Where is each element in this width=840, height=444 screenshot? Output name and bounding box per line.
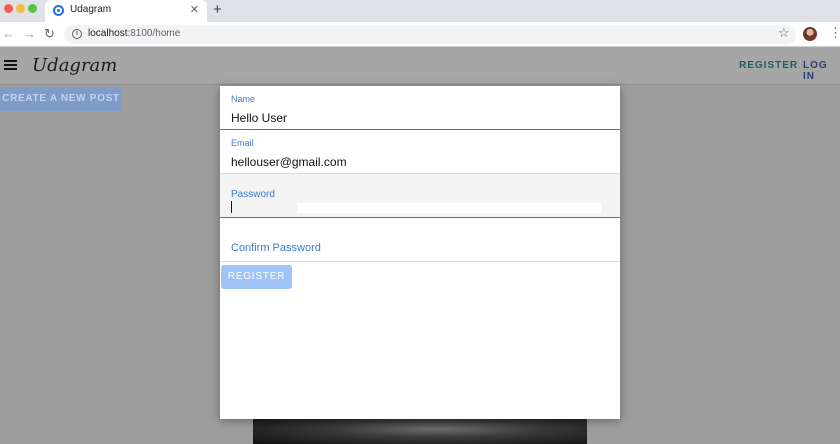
confirm-password-field[interactable]: Confirm Password (220, 218, 620, 262)
hamburger-menu-icon[interactable] (4, 60, 17, 70)
register-submit-button[interactable]: REGISTER (221, 265, 292, 289)
kebab-menu-icon[interactable]: ⋮ (829, 25, 840, 41)
email-input[interactable]: hellouser@gmail.com (231, 155, 347, 169)
header-login-link[interactable]: LOG IN (803, 60, 840, 82)
name-input[interactable]: Hello User (231, 111, 287, 125)
favicon-icon (53, 5, 64, 16)
app-header: Udagram REGISTER LOG IN (0, 47, 840, 85)
tab-close-icon[interactable]: ✕ (190, 3, 199, 16)
back-arrow-icon[interactable]: ← (2, 26, 15, 42)
email-field[interactable]: Email hellouser@gmail.com (220, 130, 620, 174)
address-bar[interactable]: i localhost:8100/home (64, 25, 796, 44)
create-post-button[interactable]: CREATE A NEW POST (0, 87, 122, 111)
feed-image (253, 419, 587, 444)
email-label: Email (231, 138, 254, 148)
name-field[interactable]: Name Hello User (220, 86, 620, 130)
minimize-window-button[interactable] (16, 4, 25, 13)
reload-icon[interactable]: ↻ (44, 26, 55, 42)
password-field[interactable]: Password (220, 174, 620, 218)
register-modal: Name Hello User Email hellouser@gmail.co… (220, 86, 620, 419)
name-label: Name (231, 94, 256, 104)
browser-tab[interactable]: Udagram ✕ (45, 0, 207, 22)
profile-avatar[interactable] (803, 27, 817, 41)
brand-logo: Udagram (32, 55, 118, 76)
forward-arrow-icon[interactable]: → (23, 26, 36, 42)
browser-tab-bar: Udagram ✕ + (0, 0, 840, 22)
star-icon[interactable]: ☆ (778, 25, 790, 41)
password-label: Password (231, 189, 275, 200)
header-register-link[interactable]: REGISTER (739, 60, 798, 71)
info-icon[interactable]: i (72, 29, 82, 39)
zoom-window-button[interactable] (28, 4, 37, 13)
text-cursor (231, 201, 232, 213)
confirm-password-label: Confirm Password (231, 242, 321, 254)
url-text: localhost:8100/home (88, 28, 181, 39)
close-window-button[interactable] (4, 4, 13, 13)
browser-toolbar: ← → ↻ i localhost:8100/home ☆ ⋮ (0, 22, 840, 47)
new-tab-button[interactable]: + (213, 1, 222, 18)
password-input[interactable] (297, 203, 601, 213)
tab-title: Udagram (70, 4, 112, 15)
